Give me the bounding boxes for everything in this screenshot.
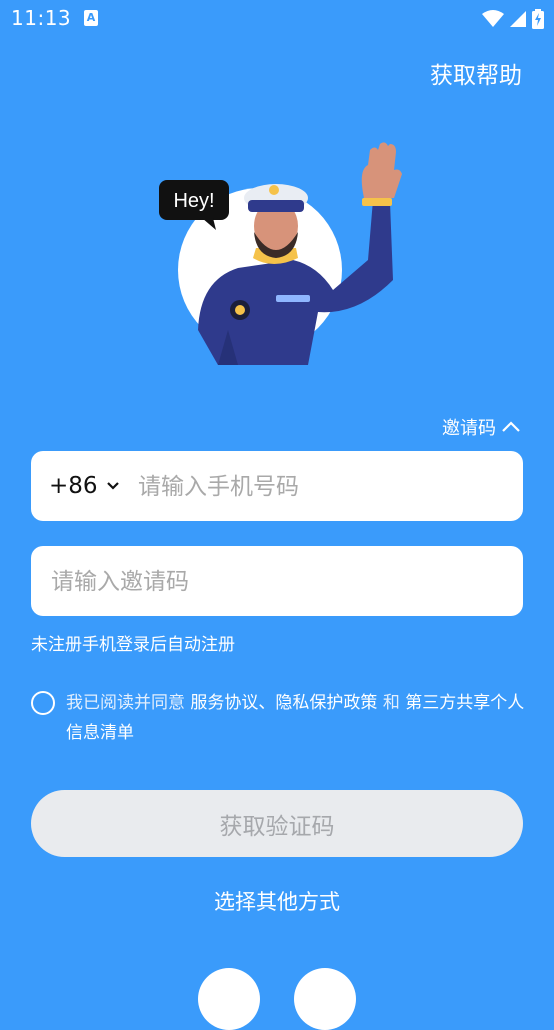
battery-icon <box>532 8 544 29</box>
chevron-up-icon <box>502 421 520 432</box>
signal-icon <box>509 10 526 27</box>
chevron-down-icon <box>106 482 119 490</box>
get-verification-code-button[interactable]: 获取验证码 <box>31 790 523 857</box>
other-login-methods-link[interactable]: 选择其他方式 <box>0 886 554 916</box>
invite-code-field <box>31 546 523 618</box>
captain-illustration: Hey! <box>159 142 402 365</box>
agreement-and: 和 <box>382 693 400 713</box>
privacy-policy-link[interactable]: 隐私保护政策 <box>275 693 377 713</box>
status-bar: 11:13 A <box>0 0 554 38</box>
agreement-row: 我已阅读并同意 服务协议、隐私保护政策 和 第三方共享个人信息清单 <box>31 688 526 748</box>
agreement-prefix: 我已阅读并同意 <box>66 693 185 713</box>
invite-code-input[interactable] <box>49 546 508 618</box>
status-icons <box>481 8 544 29</box>
phone-input[interactable] <box>136 451 510 523</box>
invite-toggle-label: 邀请码 <box>442 418 496 439</box>
agreement-text: 我已阅读并同意 服务协议、隐私保护政策 和 第三方共享个人信息清单 <box>66 688 526 748</box>
auto-register-hint: 未注册手机登录后自动注册 <box>31 635 235 655</box>
service-agreement-link[interactable]: 服务协议 <box>190 693 258 713</box>
app-notification-icon: A <box>84 10 98 26</box>
help-link[interactable]: 获取帮助 <box>430 56 522 90</box>
agreement-separator: 、 <box>258 693 276 713</box>
status-time: 11:13 <box>11 6 72 30</box>
phone-field: +86 <box>31 451 523 523</box>
country-code-selector[interactable]: +86 <box>49 451 120 521</box>
wifi-icon <box>481 9 504 27</box>
speech-text: Hey! <box>173 190 214 212</box>
invite-code-toggle[interactable]: 邀请码 <box>442 414 520 440</box>
country-code-label: +86 <box>49 473 98 499</box>
login-option-icon[interactable] <box>294 968 356 1030</box>
agreement-radio[interactable] <box>31 691 55 715</box>
login-option-icon[interactable] <box>198 968 260 1030</box>
